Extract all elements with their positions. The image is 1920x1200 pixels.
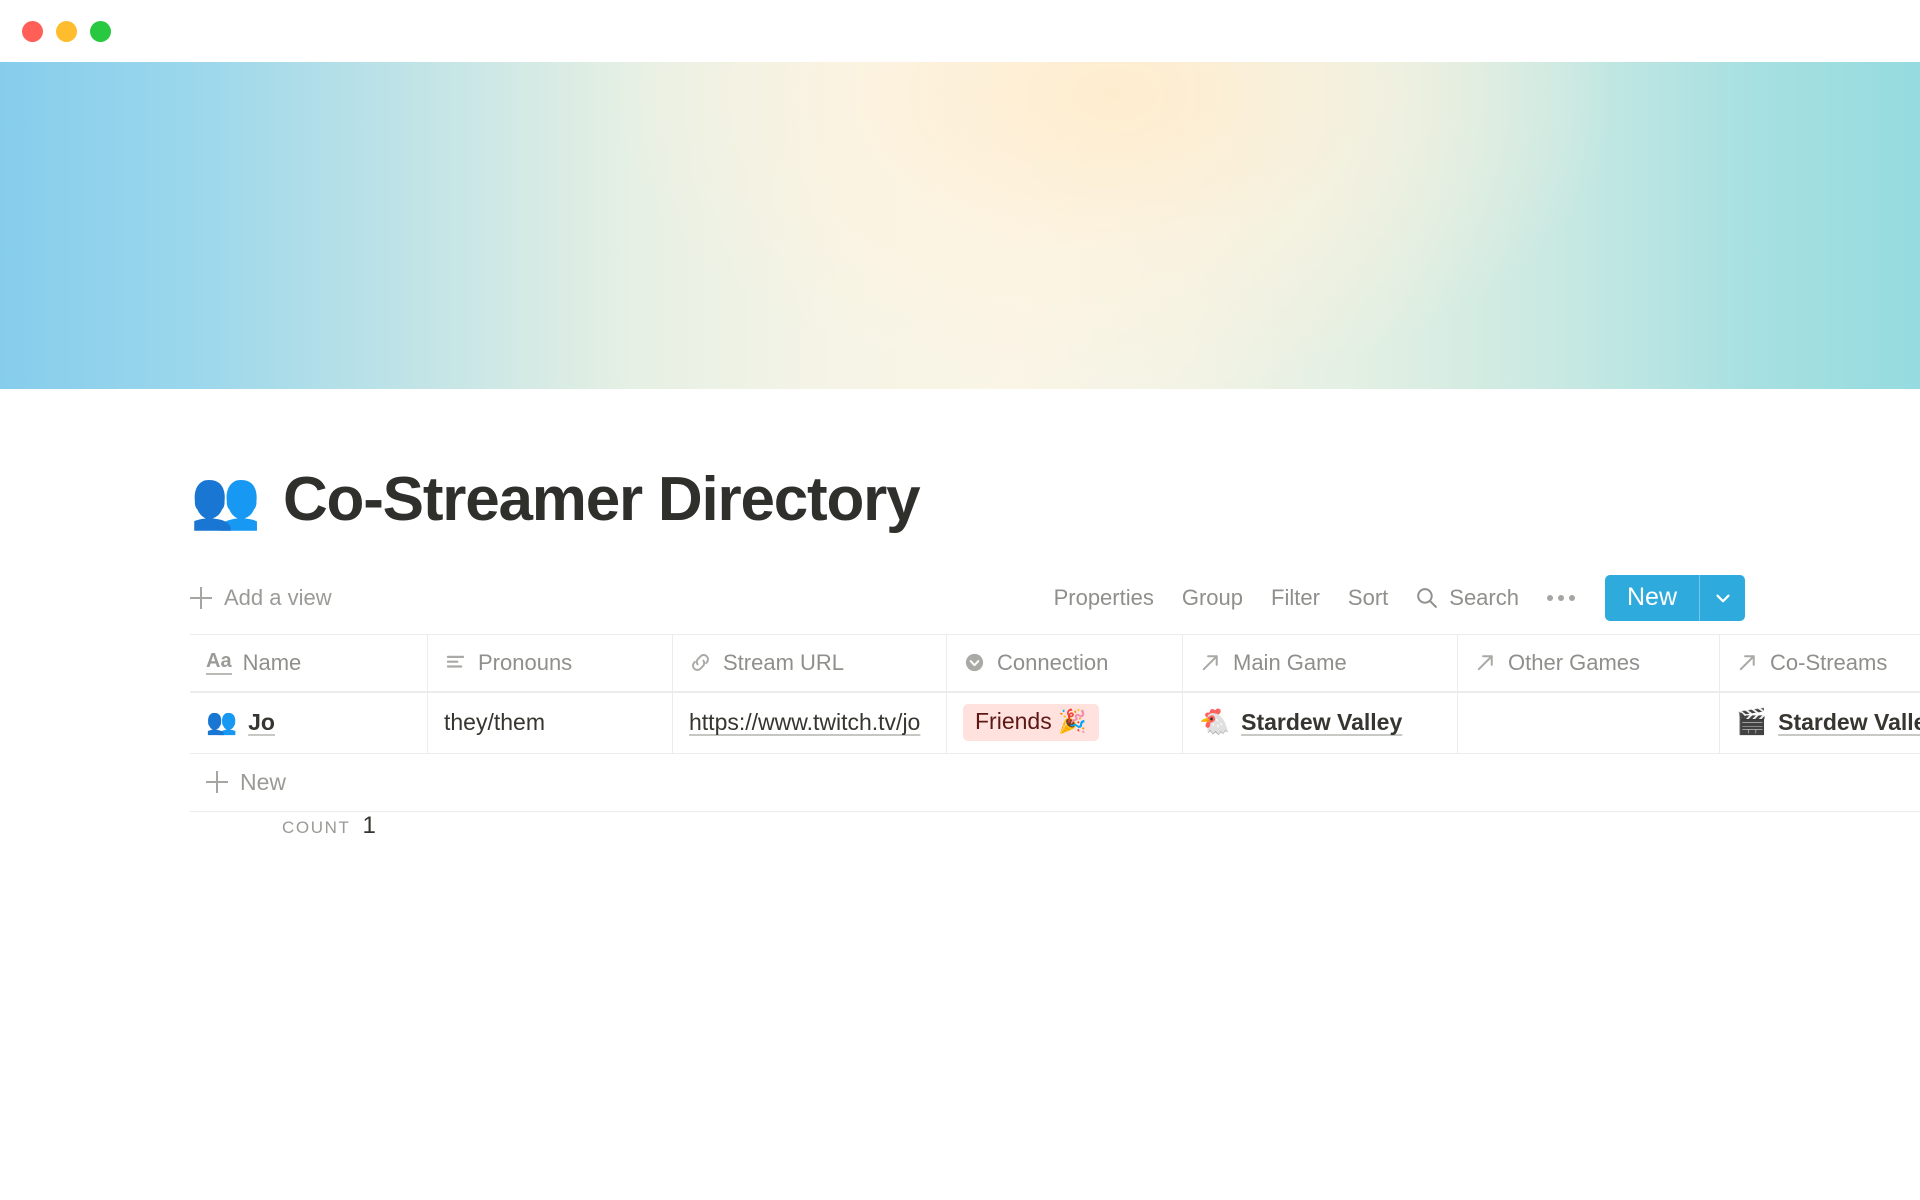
column-header-stream-url[interactable]: Stream URL (673, 634, 947, 691)
column-label: Co-Streams (1770, 649, 1888, 675)
search-icon (1414, 585, 1439, 610)
clapper-board-icon: 🎬 (1736, 708, 1768, 737)
column-label: Stream URL (723, 649, 845, 675)
page-cover-image[interactable] (0, 62, 1920, 389)
column-label: Pronouns (478, 649, 573, 675)
new-dropdown-button[interactable] (1699, 574, 1745, 621)
co-streams-relation-link[interactable]: Stardew Valley Co-op (1778, 709, 1920, 736)
search-button[interactable]: Search (1402, 579, 1531, 617)
toolbar-actions: Properties Group Filter Sort Search New (1040, 574, 1745, 621)
cell-name[interactable]: 👥 Jo (190, 692, 428, 753)
column-label: Name (242, 649, 302, 675)
relation-arrow-icon (1736, 651, 1759, 674)
plus-icon (206, 771, 228, 794)
page-header: 👥 Co-Streamer Directory (0, 389, 1920, 534)
select-icon (963, 651, 986, 674)
close-window-button[interactable] (22, 20, 43, 42)
more-options-button[interactable] (1531, 585, 1591, 611)
column-header-main-game[interactable]: Main Game (1183, 634, 1458, 691)
count-label: COUNT (282, 817, 351, 837)
group-button[interactable]: Group (1168, 579, 1257, 617)
properties-button[interactable]: Properties (1040, 579, 1168, 617)
maximize-window-button[interactable] (90, 20, 111, 42)
stream-url-link[interactable]: https://www.twitch.tv/jo (689, 709, 920, 736)
column-header-connection[interactable]: Connection (947, 634, 1183, 691)
new-button[interactable]: New (1604, 574, 1699, 621)
page-title[interactable]: Co-Streamer Directory (283, 466, 921, 534)
table-header-row: Aa Name Pronouns Stream URL Connection M… (190, 633, 1920, 692)
page-content: 👥 Co-Streamer Directory Add a view Prope… (0, 389, 1920, 868)
add-view-button[interactable]: Add a view (190, 585, 332, 611)
new-button-group: New (1604, 574, 1745, 621)
column-label: Other Games (1508, 649, 1641, 675)
column-label: Connection (997, 649, 1109, 675)
column-header-pronouns[interactable]: Pronouns (428, 634, 673, 691)
column-label: Main Game (1233, 649, 1347, 675)
chicken-icon: 🐔 (1199, 708, 1231, 737)
count-value: 1 (362, 811, 376, 839)
chevron-down-icon (1715, 594, 1730, 603)
cell-main-game[interactable]: 🐔 Stardew Valley (1183, 692, 1458, 753)
add-view-label: Add a view (224, 584, 332, 610)
database-toolbar: Add a view Properties Group Filter Sort … (0, 574, 1920, 621)
relation-arrow-icon (1474, 651, 1497, 674)
column-header-co-streams[interactable]: Co-Streams (1720, 635, 1920, 691)
busts-in-silhouette-icon: 👥 (206, 708, 238, 737)
filter-button[interactable]: Filter (1257, 579, 1334, 617)
title-aa-icon: Aa (206, 650, 232, 675)
add-new-row-button[interactable]: New (190, 754, 1920, 812)
ellipsis-icon (1546, 594, 1553, 601)
page-icon-busts-in-silhouette-icon[interactable]: 👥 (190, 471, 261, 529)
cell-stream-url[interactable]: https://www.twitch.tv/jo (673, 692, 947, 753)
table-footer-count[interactable]: COUNT 1 (190, 812, 1920, 868)
ellipsis-icon (1557, 594, 1564, 601)
cell-pronouns[interactable]: they/them (428, 692, 673, 753)
text-lines-icon (444, 651, 467, 674)
search-label: Search (1449, 584, 1519, 610)
link-icon (689, 651, 712, 674)
cell-connection[interactable]: Friends 🎉 (947, 692, 1183, 753)
row-title-link[interactable]: Jo (248, 709, 275, 736)
column-header-name[interactable]: Aa Name (190, 634, 428, 691)
database-table: Aa Name Pronouns Stream URL Connection M… (0, 633, 1920, 868)
status-badge[interactable]: Friends 🎉 (963, 704, 1099, 742)
minimize-window-button[interactable] (56, 20, 77, 42)
cell-co-streams[interactable]: 🎬 Stardew Valley Co-op (1720, 693, 1920, 753)
table-row[interactable]: 👥 Jo they/them https://www.twitch.tv/jo … (190, 691, 1920, 754)
new-row-label: New (240, 768, 287, 795)
column-header-other-games[interactable]: Other Games (1458, 634, 1720, 691)
window-titlebar (0, 0, 1920, 62)
relation-arrow-icon (1199, 651, 1222, 674)
plus-icon (190, 586, 212, 609)
ellipsis-icon (1568, 594, 1575, 601)
cell-other-games[interactable] (1458, 692, 1720, 753)
sort-button[interactable]: Sort (1334, 579, 1402, 617)
main-game-relation-link[interactable]: Stardew Valley (1241, 709, 1402, 736)
